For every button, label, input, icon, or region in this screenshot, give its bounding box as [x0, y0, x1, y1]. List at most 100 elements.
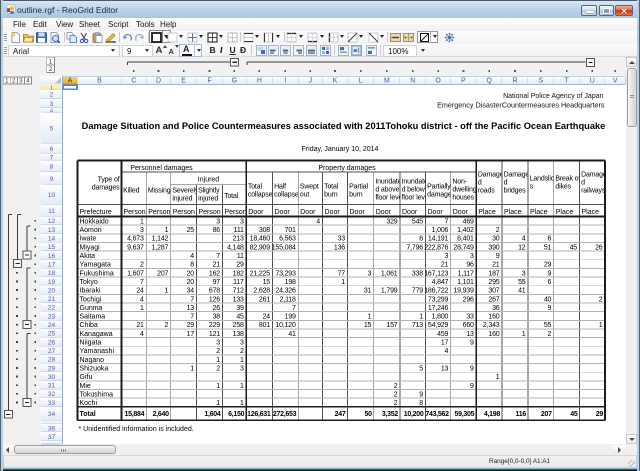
svg-text:15,884: 15,884 [125, 411, 145, 418]
svg-text:Door: Door [428, 209, 444, 216]
svg-text:Person: Person [173, 209, 195, 216]
svg-text:21: 21 [441, 262, 449, 269]
svg-text:3: 3 [240, 340, 244, 347]
svg-text:3: 3 [445, 253, 449, 260]
svg-text:J: J [309, 78, 313, 85]
svg-text:1: 1 [419, 314, 423, 321]
svg-text:d above: d above [375, 186, 399, 193]
svg-text:2: 2 [496, 227, 500, 234]
svg-text:41: 41 [518, 288, 526, 295]
svg-text:116: 116 [516, 411, 527, 418]
svg-text:296: 296 [463, 296, 474, 303]
svg-text:4,673: 4,673 [127, 236, 144, 243]
svg-text:2,343: 2,343 [483, 322, 500, 329]
svg-text:National Police Agency of Japa: National Police Agency of Japan [503, 93, 604, 100]
svg-text:Person: Person [199, 209, 221, 216]
svg-text:21: 21 [48, 296, 56, 303]
svg-text:45: 45 [570, 244, 578, 251]
svg-text:2: 2 [240, 348, 244, 355]
svg-text:31: 31 [48, 383, 56, 390]
svg-text:97: 97 [213, 279, 221, 286]
svg-text:6: 6 [50, 146, 54, 153]
svg-text:31: 31 [364, 288, 372, 295]
svg-text:24: 24 [136, 288, 144, 295]
svg-text:30: 30 [48, 374, 56, 381]
svg-text:Slightly: Slightly [198, 188, 220, 195]
svg-text:1: 1 [216, 357, 220, 364]
svg-text:111: 111 [234, 227, 244, 234]
svg-text:29: 29 [236, 262, 244, 269]
svg-text:19,939: 19,939 [453, 288, 474, 295]
svg-text:21: 21 [492, 262, 500, 269]
svg-text:41: 41 [288, 331, 296, 338]
svg-text:2,640: 2,640 [153, 411, 170, 418]
svg-text:Saitama: Saitama [80, 314, 106, 321]
svg-text:261: 261 [259, 296, 270, 303]
svg-text:25: 25 [187, 227, 195, 234]
svg-text:Severely: Severely [172, 188, 199, 195]
svg-text:9: 9 [419, 391, 423, 398]
svg-text:138: 138 [233, 331, 244, 338]
svg-text:27: 27 [48, 348, 56, 355]
svg-text:459: 459 [437, 331, 448, 338]
svg-text:338: 338 [412, 270, 423, 277]
svg-text:272,653: 272,653 [273, 411, 297, 418]
svg-text:4: 4 [140, 296, 144, 303]
svg-text:25: 25 [48, 331, 56, 338]
svg-text:7: 7 [216, 253, 220, 260]
svg-text:Property damages: Property damages [318, 165, 376, 172]
svg-text:2: 2 [599, 296, 603, 303]
svg-text:267: 267 [488, 296, 499, 303]
svg-text:d below: d below [402, 186, 426, 193]
svg-text:S: S [539, 78, 544, 85]
svg-text:Kochi: Kochi [80, 400, 98, 407]
svg-text:3: 3 [216, 218, 220, 225]
svg-text:Door: Door [453, 209, 469, 216]
svg-text:24: 24 [263, 314, 271, 321]
svg-text:Damage: Damage [581, 172, 607, 179]
svg-text:1,402: 1,402 [457, 227, 474, 234]
svg-text:Tochigi: Tochigi [80, 296, 102, 303]
svg-text:B: B [97, 78, 102, 85]
svg-text:Ibaraki: Ibaraki [80, 288, 101, 295]
svg-text:33: 33 [466, 314, 474, 321]
svg-text:Tokushima: Tokushima [80, 391, 114, 398]
svg-text:18: 18 [48, 270, 56, 277]
svg-text:Friday, January 10, 2014: Friday, January 10, 2014 [302, 146, 379, 153]
svg-text:houses: houses [452, 194, 474, 201]
svg-text:96: 96 [466, 262, 474, 269]
svg-text:Niigata: Niigata [80, 340, 102, 347]
svg-text:1: 1 [496, 374, 500, 381]
svg-text:Total: Total [324, 183, 339, 190]
svg-text:Killed: Killed [123, 187, 139, 194]
svg-text:Chiba: Chiba [80, 322, 98, 329]
svg-text:8: 8 [419, 400, 423, 407]
svg-text:13: 13 [466, 331, 474, 338]
svg-text:1: 1 [599, 322, 603, 329]
svg-text:24,326: 24,326 [275, 288, 296, 295]
svg-text:167,123: 167,123 [424, 270, 448, 277]
svg-text:801: 801 [259, 322, 270, 329]
svg-text:M: M [384, 78, 390, 85]
svg-text:162: 162 [209, 270, 220, 277]
svg-text:U: U [590, 78, 595, 85]
svg-text:17,246: 17,246 [428, 305, 449, 312]
svg-text:133: 133 [233, 296, 244, 303]
svg-text:1,800: 1,800 [432, 314, 449, 321]
svg-text:1: 1 [165, 227, 169, 234]
svg-text:712: 712 [233, 288, 244, 295]
svg-text:Half: Half [274, 183, 286, 190]
svg-text:injured: injured [172, 196, 192, 203]
svg-text:16: 16 [48, 253, 56, 260]
svg-text:9: 9 [50, 176, 54, 183]
svg-text:258: 258 [233, 322, 244, 329]
svg-text:59,305: 59,305 [455, 411, 475, 418]
svg-text:Partial: Partial [349, 183, 368, 190]
svg-text:Inundate: Inundate [375, 178, 401, 185]
svg-text:d: d [504, 180, 508, 187]
svg-text:1: 1 [190, 365, 194, 372]
svg-text:I: I [284, 78, 286, 85]
svg-text:126,631: 126,631 [247, 411, 271, 418]
svg-text:32: 32 [48, 391, 56, 398]
svg-text:9: 9 [470, 365, 474, 372]
